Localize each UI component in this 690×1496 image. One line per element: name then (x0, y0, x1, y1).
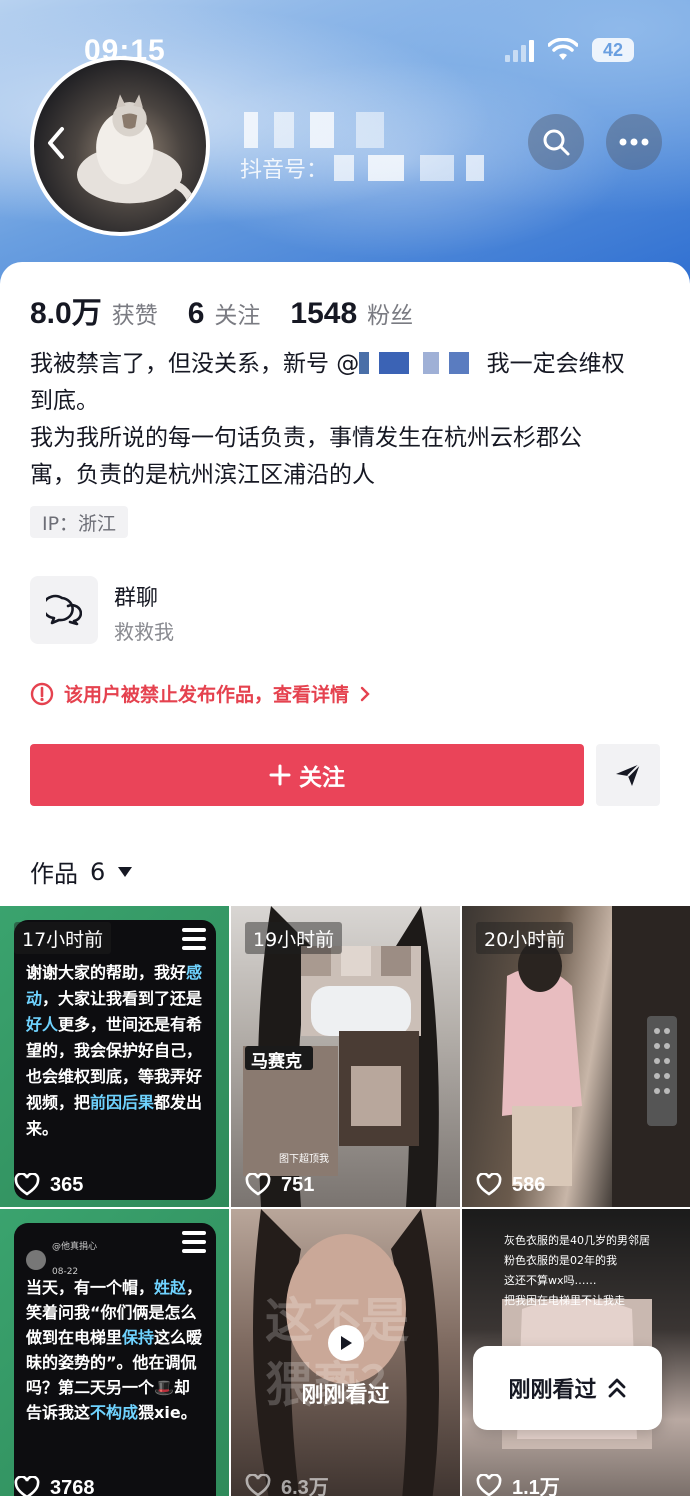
heart-icon (245, 1173, 271, 1196)
follow-button[interactable]: 关注 (30, 744, 584, 806)
send-message-button[interactable] (596, 744, 660, 806)
tab-works[interactable]: 作品 6 (30, 854, 133, 889)
like-count: 3768 (14, 1476, 95, 1496)
sticker-label: 马赛克 (251, 1052, 302, 1072)
profile-bio: 我被禁言了，但没关系，新号 @ 我一定会维权 到底。 我为我所说的每一句话负责，… (30, 351, 625, 488)
heart-icon (14, 1173, 40, 1196)
like-count: 1.1万 (476, 1471, 560, 1496)
banned-notice-link[interactable]: 该用户被禁止发布作品，查看详情 (30, 680, 371, 707)
stat-likes[interactable]: 8.0万 获赞 (30, 288, 158, 332)
more-dots-icon (619, 138, 649, 146)
like-count: 751 (245, 1173, 314, 1197)
ip-location-tag: IP：浙江 (30, 506, 129, 538)
heart-icon (476, 1173, 502, 1196)
caret-down-icon (118, 866, 133, 877)
nickname-pixelated (244, 112, 394, 148)
chevron-right-icon (360, 686, 370, 701)
group-chat-subtitle: 救救我 (114, 620, 174, 644)
alert-icon (30, 682, 54, 705)
heart-icon (245, 1473, 271, 1496)
text-card: @他真捐心 08-22 当天，有一个帽，姓赵，笑着问我“你们俩是怎么做到在电梯里保… (14, 1223, 216, 1496)
heart-icon (476, 1473, 502, 1496)
mention-link-pixelated[interactable] (359, 352, 480, 374)
search-button[interactable] (528, 114, 584, 170)
like-count: 586 (476, 1173, 545, 1197)
more-button[interactable] (606, 114, 662, 170)
video-thumbnail-1[interactable]: 谢谢大家的帮助，我好感动，大家让我看到了还是好人更多，世间还是有希望的，我会保护… (0, 906, 229, 1207)
post-time-badge: 19小时前 (245, 922, 343, 954)
menu-lines-icon (182, 1231, 206, 1258)
douyin-id-label: 抖音号： (240, 158, 329, 183)
play-icon (328, 1325, 364, 1361)
video-thumbnail-5[interactable]: 这不是猥亵？ 刚刚看过 6.3万 (231, 1209, 460, 1496)
small-caption: 图下超顶我 (279, 1154, 329, 1165)
profile-stats: 8.0万 获赞 6 关注 1548 粉丝 (30, 288, 413, 332)
video-thumbnail-3[interactable]: 20小时前 586 (462, 906, 690, 1207)
douyin-id-pixelated (334, 155, 485, 181)
recently-watched-button[interactable]: 刚刚看过 (473, 1346, 662, 1430)
like-count: 6.3万 (245, 1471, 329, 1496)
search-icon (543, 129, 570, 156)
video-caption: 灰色衣服的是40几岁的男邻居 粉色衣服的是02年的我 这还不算wx吗…… 把我困… (504, 1234, 650, 1307)
back-button[interactable] (36, 118, 76, 168)
post-time-badge: 17小时前 (14, 922, 112, 954)
video-thumbnail-4[interactable]: @他真捐心 08-22 当天，有一个帽，姓赵，笑着问我“你们俩是怎么做到在电梯里保… (0, 1209, 229, 1496)
back-arrow-icon (48, 127, 64, 159)
text-card: 谢谢大家的帮助，我好感动，大家让我看到了还是好人更多，世间还是有希望的，我会保护… (14, 920, 216, 1200)
menu-lines-icon (182, 928, 206, 955)
stat-following[interactable]: 6 关注 (188, 296, 261, 331)
double-chevron-up-icon (608, 1378, 625, 1398)
heart-icon (14, 1476, 40, 1496)
like-count: 365 (14, 1173, 83, 1197)
plus-icon (269, 764, 291, 786)
status-icons: 42 (505, 37, 634, 62)
wifi-icon (547, 37, 579, 62)
video-thumbnail-2[interactable]: 马赛克 图下超顶我 19小时前 751 (231, 906, 460, 1207)
card-author: @他真捐心 08-22 (26, 1235, 97, 1285)
douyin-id: 抖音号： (240, 152, 485, 184)
send-icon (616, 763, 641, 786)
post-time-badge: 20小时前 (476, 922, 574, 954)
group-chat-title[interactable]: 群聊 (114, 580, 158, 612)
signal-icon (505, 38, 534, 62)
status-time: 09:15 (84, 34, 166, 67)
group-chat-icon[interactable] (30, 576, 98, 644)
battery-indicator: 42 (592, 38, 634, 62)
stat-followers[interactable]: 1548 粉丝 (290, 296, 413, 331)
watched-label: 刚刚看过 (301, 1383, 390, 1408)
